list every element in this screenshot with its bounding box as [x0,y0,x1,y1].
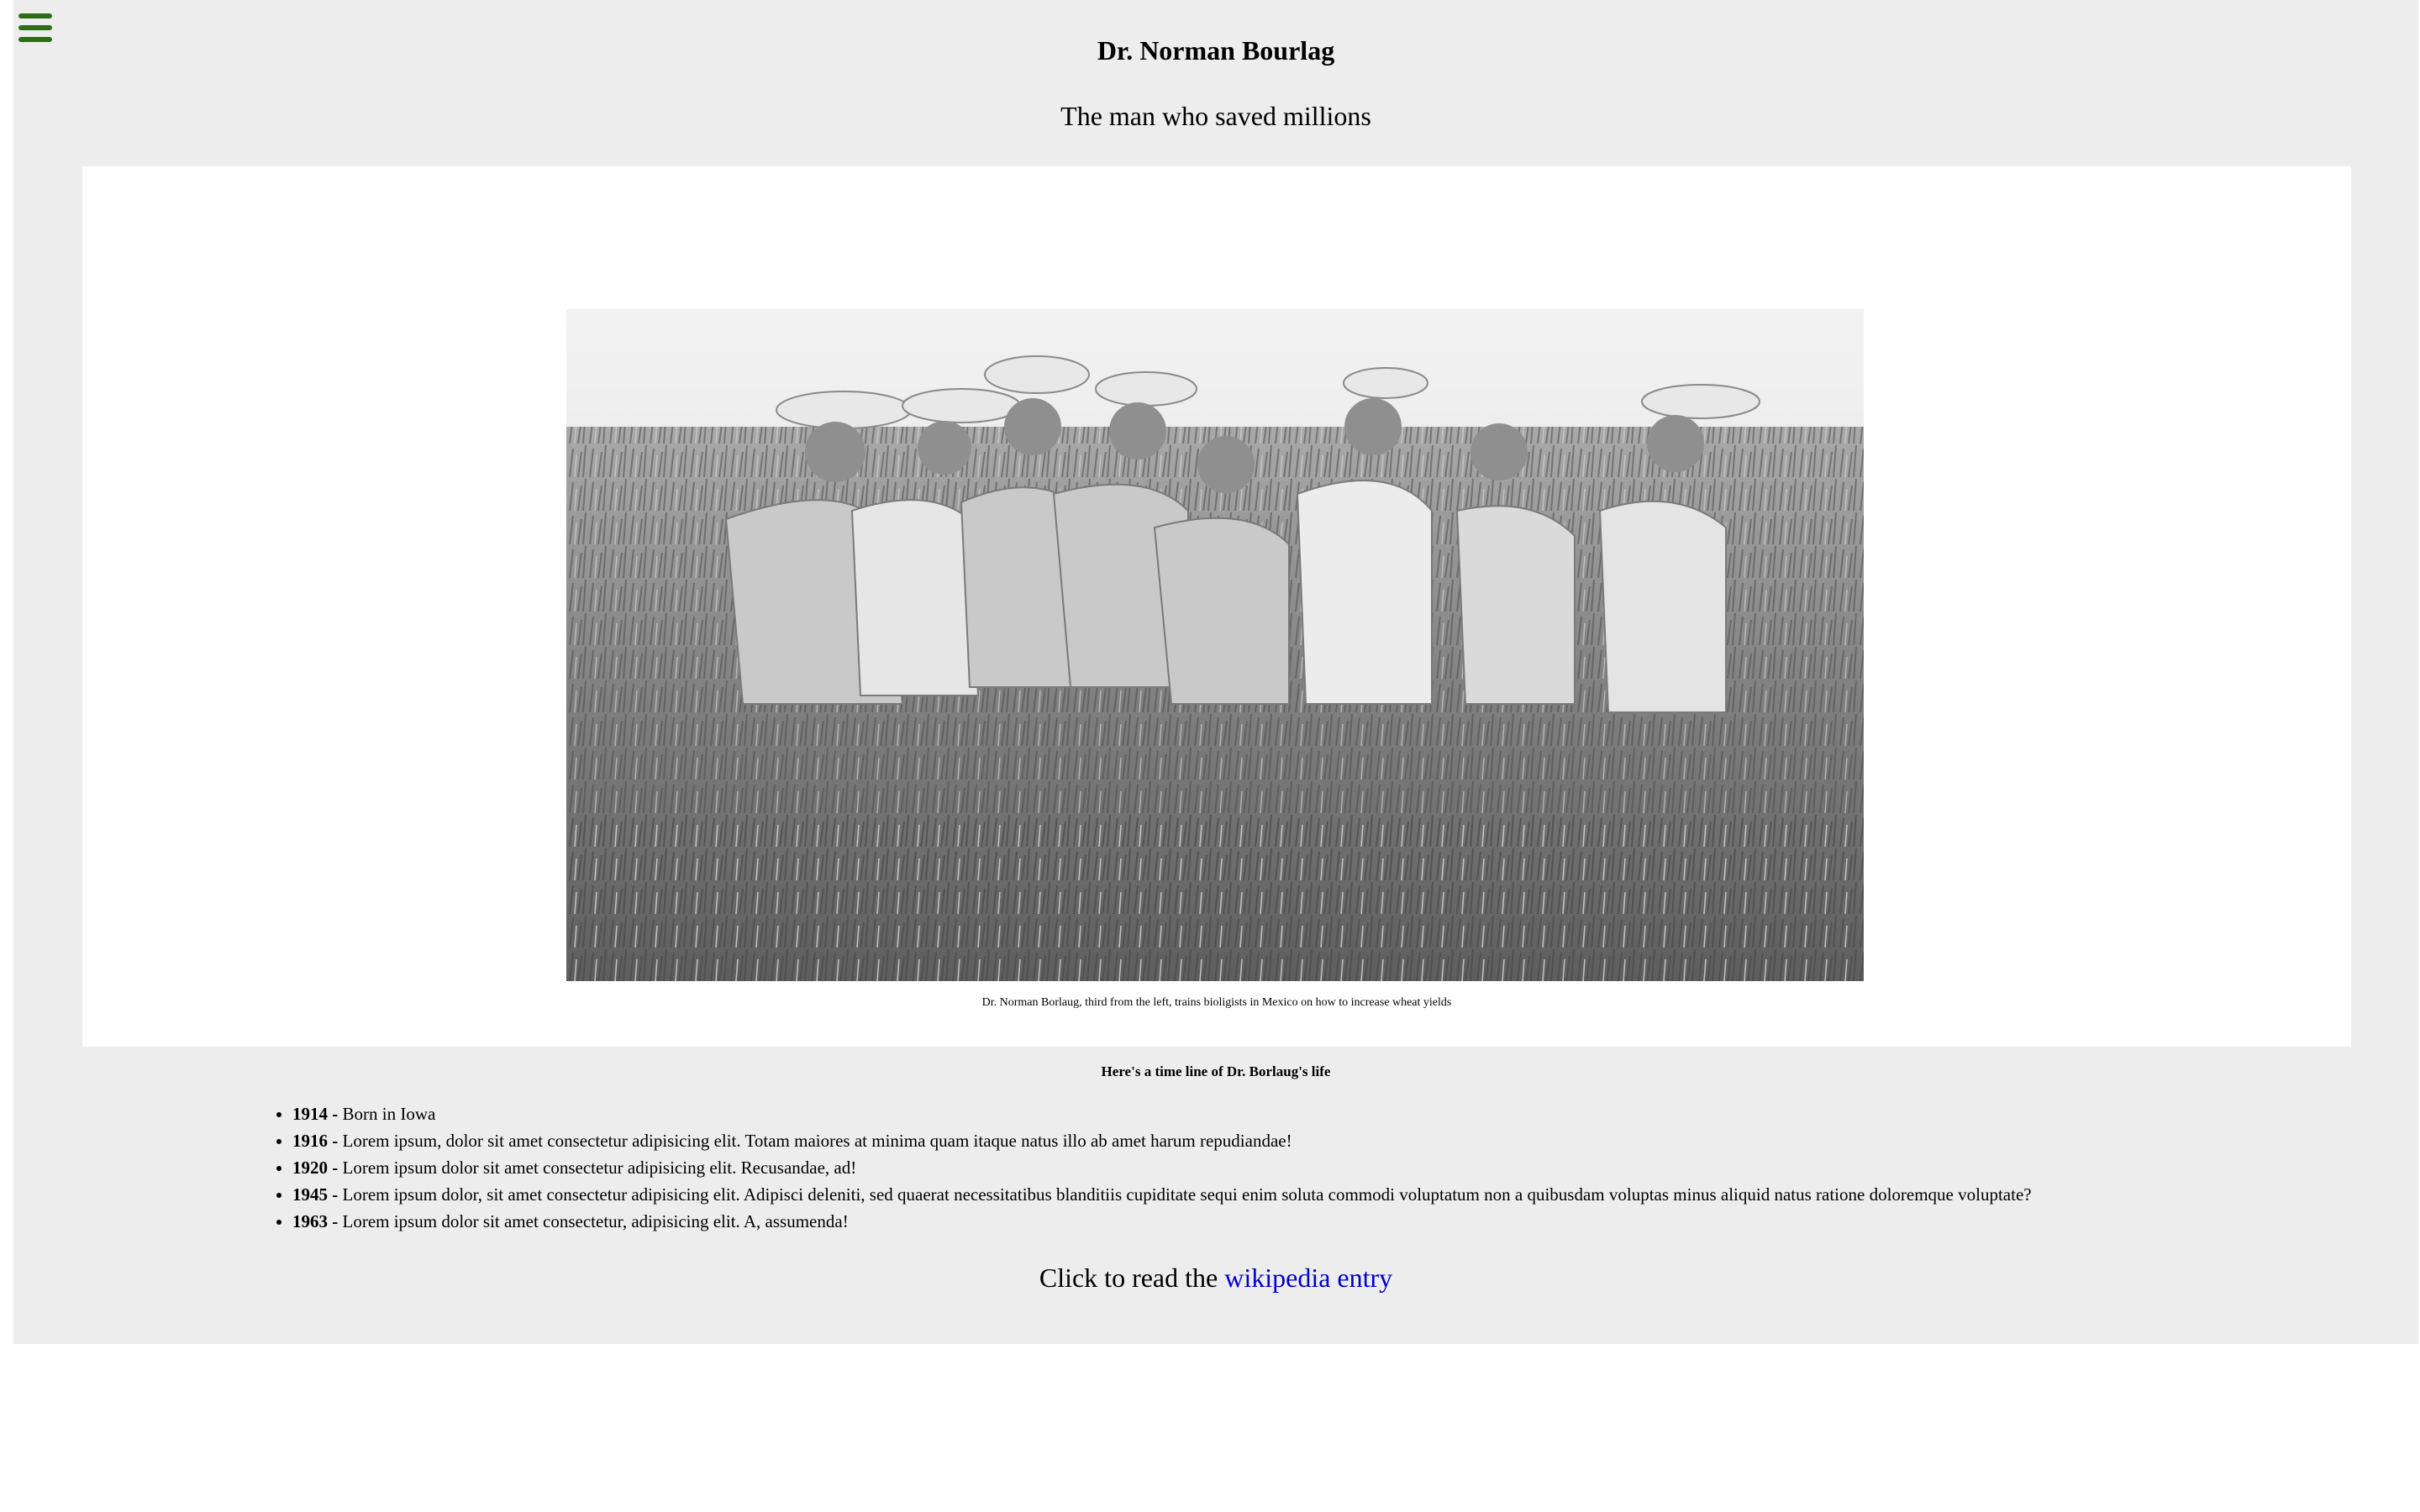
page-title: Dr. Norman Bourlag [1097,35,1335,66]
timeline-text: Lorem ipsum dolor sit amet consectetur, … [338,1211,849,1231]
wikipedia-link[interactable]: wikipedia entry [1224,1263,1392,1293]
menu-bar-top [18,13,52,18]
timeline-item: 1916 - Lorem ipsum, dolor sit amet conse… [292,1127,2309,1154]
timeline-item: 1914 - Born in Iowa [292,1100,2309,1127]
timeline-text: Lorem ipsum dolor, sit amet consectetur … [338,1184,2032,1205]
timeline-year: 1914 - [292,1104,339,1124]
main-content: Dr. Norman Bourlag The man who saved mil… [13,0,2418,1344]
figure-container: Dr. Norman Borlaug, third from the left,… [82,166,2351,1047]
wikipedia-prefix: Click to read the [1039,1263,1225,1293]
timeline-item: 1945 - Lorem ipsum dolor, sit amet conse… [292,1181,2309,1208]
timeline-item: 1963 - Lorem ipsum dolor sit amet consec… [292,1208,2309,1235]
menu-bar-middle [18,25,52,30]
wheat-field-photo [566,309,1864,981]
timeline-year: 1963 - [292,1211,339,1231]
photo-caption: Dr. Norman Borlaug, third from the left,… [981,996,1452,1009]
timeline-year: 1920 - [292,1158,339,1178]
page-subtitle: The man who saved millions [1060,101,1371,131]
timeline-text: Lorem ipsum dolor sit amet consectetur a… [338,1158,857,1178]
timeline-list: 1914 - Born in Iowa 1916 - Lorem ipsum, … [269,1100,2309,1235]
timeline-item: 1920 - Lorem ipsum dolor sit amet consec… [292,1154,2309,1181]
timeline-text: Born in Iowa [338,1104,436,1124]
timeline-text: Lorem ipsum, dolor sit amet consectetur … [338,1131,1292,1151]
timeline-year: 1945 - [292,1184,339,1205]
timeline-heading: Here's a time line of Dr. Borlaug's life [1101,1063,1331,1079]
wikipedia-line: Click to read the wikipedia entry [13,1263,2418,1294]
timeline-year: 1916 - [292,1131,339,1151]
